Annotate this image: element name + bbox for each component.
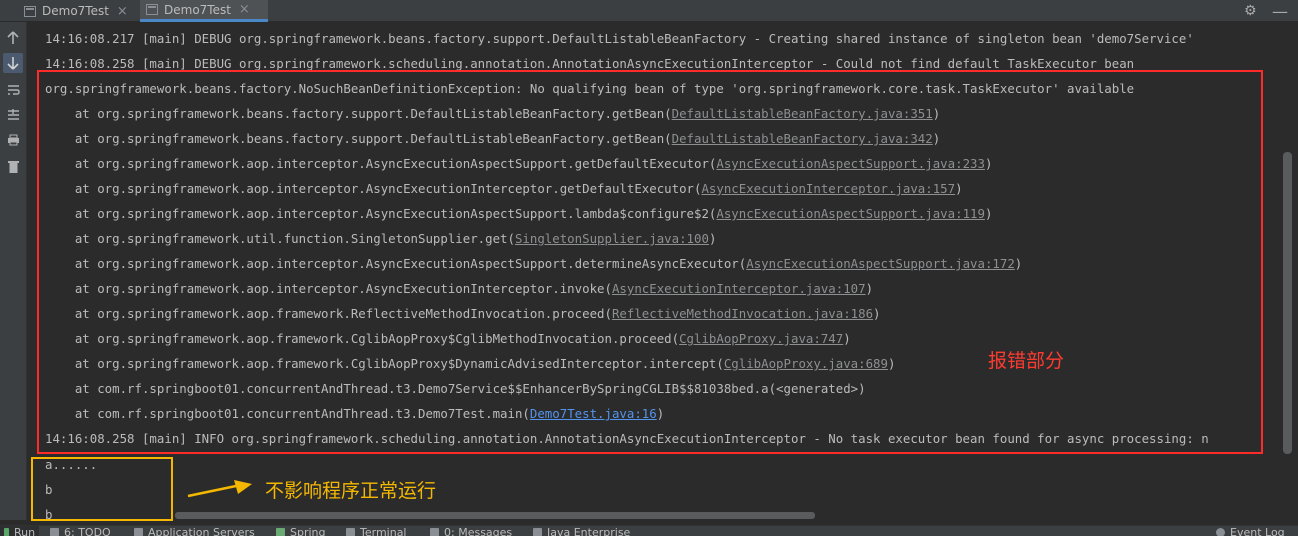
terminal-icon bbox=[346, 528, 355, 536]
server-icon bbox=[134, 528, 143, 536]
no-effect-note: 不影响程序正常运行 bbox=[265, 480, 437, 502]
log-line: 14:16:08.217 [main] DEBUG org.springfram… bbox=[45, 31, 1194, 46]
todo-tool-button[interactable]: 6: TODO bbox=[50, 526, 111, 536]
app-servers-tool-button[interactable]: Application Servers bbox=[134, 526, 255, 536]
event-log-icon bbox=[1216, 528, 1225, 536]
tab-demo7test-2[interactable]: Demo7Test × bbox=[140, 0, 268, 22]
horizontal-scrollbar[interactable] bbox=[175, 512, 815, 519]
run-tool-button[interactable]: Run bbox=[0, 526, 40, 536]
minimize-icon[interactable]: — bbox=[1272, 0, 1288, 22]
tab-label: Demo7Test bbox=[42, 4, 109, 18]
java-enterprise-icon bbox=[533, 528, 542, 536]
event-log-button[interactable]: Event Log bbox=[1216, 526, 1285, 536]
messages-icon bbox=[430, 528, 439, 536]
arrow-down-icon[interactable] bbox=[3, 53, 23, 73]
close-icon[interactable]: × bbox=[239, 2, 250, 17]
tab-label: Demo7Test bbox=[164, 2, 231, 17]
output-highlight-box bbox=[31, 457, 173, 521]
arrow-right-icon bbox=[187, 480, 252, 498]
spring-icon bbox=[276, 528, 285, 536]
tool-window-bar: Run 6: TODO Application Servers Spring T… bbox=[0, 525, 1298, 536]
messages-tool-button[interactable]: 0: Messages bbox=[430, 526, 512, 536]
gear-icon[interactable]: ⚙ bbox=[1244, 0, 1257, 22]
vertical-scrollbar[interactable] bbox=[1283, 152, 1292, 454]
java-enterprise-tool-button[interactable]: Java Enterprise bbox=[533, 526, 630, 536]
run-config-icon bbox=[146, 4, 158, 15]
error-highlight-box bbox=[37, 70, 1263, 454]
todo-icon bbox=[50, 528, 59, 536]
editor-tab-bar: Demo7Test × Demo7Test × ⚙ — bbox=[0, 0, 1298, 22]
console-toolbar bbox=[0, 22, 27, 520]
error-part-note: 报错部分 bbox=[988, 350, 1065, 372]
scroll-to-end-icon[interactable] bbox=[3, 105, 23, 125]
run-icon bbox=[4, 528, 9, 536]
tab-demo7test-1[interactable]: Demo7Test × bbox=[18, 0, 134, 22]
run-config-icon bbox=[24, 5, 36, 17]
trash-icon[interactable] bbox=[3, 156, 23, 176]
close-icon[interactable]: × bbox=[117, 4, 128, 19]
spring-tool-button[interactable]: Spring bbox=[276, 526, 326, 536]
terminal-tool-button[interactable]: Terminal bbox=[346, 526, 407, 536]
arrow-up-icon[interactable] bbox=[3, 28, 23, 48]
print-icon[interactable] bbox=[3, 130, 23, 150]
soft-wrap-icon[interactable] bbox=[3, 80, 23, 100]
